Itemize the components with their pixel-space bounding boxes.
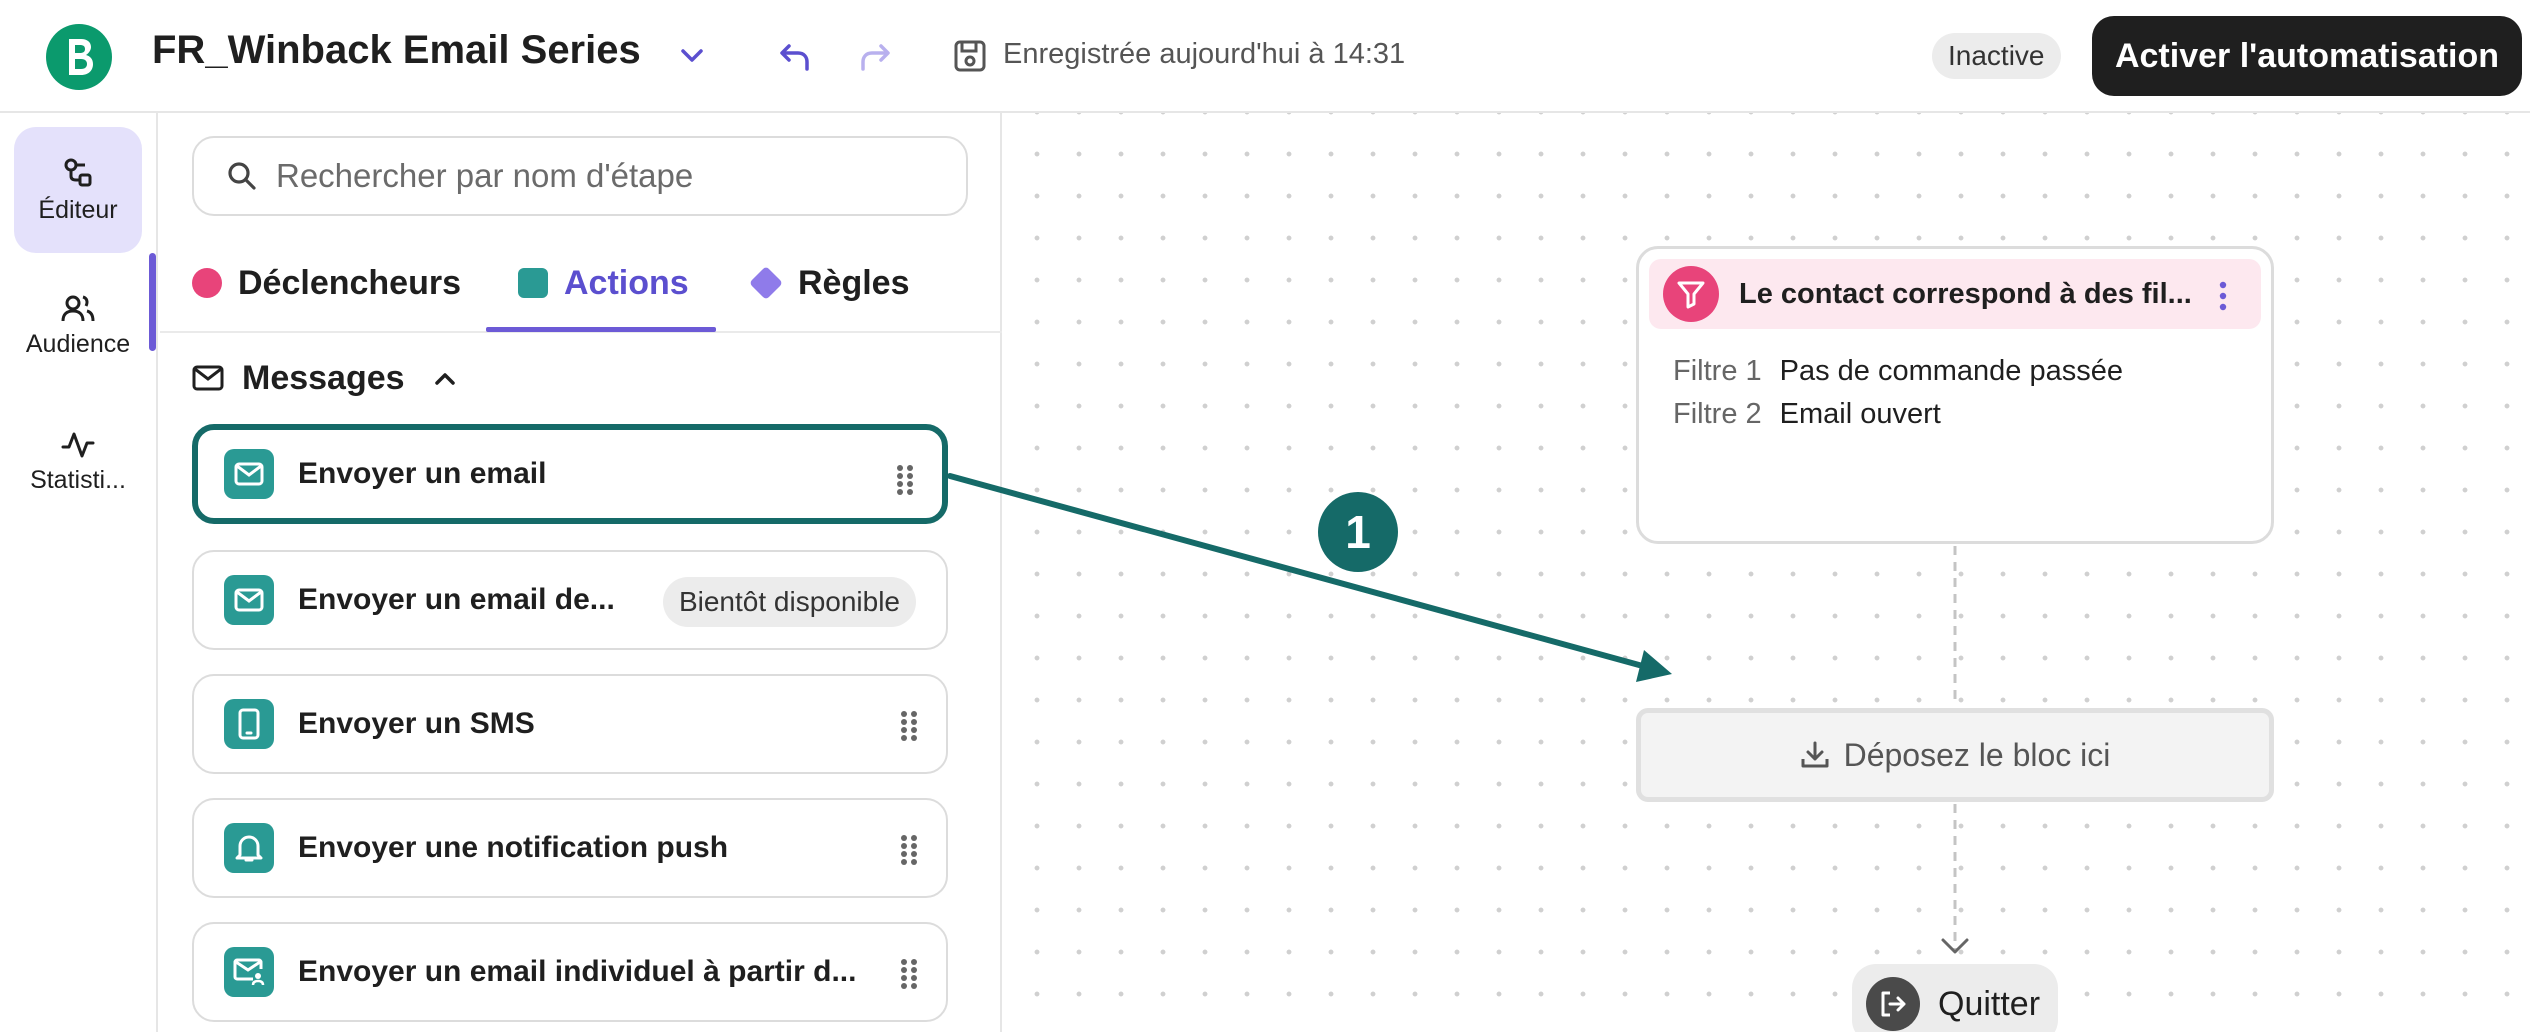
trigger-dot-icon bbox=[192, 268, 222, 298]
chevron-up-icon bbox=[434, 373, 455, 385]
activity-icon bbox=[61, 432, 95, 457]
filter-row: Filtre 2 Email ouvert bbox=[1673, 398, 1941, 431]
chevron-down-icon bbox=[681, 49, 703, 62]
action-send-email[interactable]: Envoyer un email bbox=[192, 424, 948, 524]
rail-item-editor[interactable]: Éditeur bbox=[14, 127, 142, 253]
action-send-email-template[interactable]: Envoyer un email de... Bientôt disponibl… bbox=[192, 550, 948, 650]
quit-label: Quitter bbox=[1938, 984, 2041, 1023]
section-title: Messages bbox=[242, 358, 405, 397]
rail-item-audience[interactable]: Audience bbox=[14, 263, 142, 389]
drag-handle-icon[interactable] bbox=[900, 958, 918, 990]
action-square-icon bbox=[518, 268, 548, 298]
action-label: Envoyer un SMS bbox=[298, 707, 535, 740]
rail-item-statistics[interactable]: Statisti... bbox=[14, 399, 142, 525]
action-label: Envoyer une notification push bbox=[298, 831, 729, 864]
drop-zone[interactable]: Déposez le bloc ici bbox=[1636, 708, 2274, 802]
category-tabs: Déclencheurs Actions Règles bbox=[160, 233, 1002, 333]
save-icon bbox=[954, 40, 986, 72]
tab-actions[interactable]: Actions bbox=[518, 233, 689, 333]
action-label: Envoyer un email bbox=[298, 457, 547, 490]
workflow-title[interactable]: FR_Winback Email Series bbox=[152, 28, 641, 73]
rail-scroll-indicator bbox=[149, 253, 156, 351]
drag-handle-icon[interactable] bbox=[900, 834, 918, 866]
top-bar: FR_Winback Email Series Enregistrée aujo… bbox=[0, 0, 2530, 113]
editor-icon bbox=[64, 158, 92, 186]
filter-value: Pas de commande passée bbox=[1779, 355, 2124, 387]
filter-key: Filtre 1 bbox=[1673, 355, 1762, 387]
redo-icon bbox=[861, 44, 890, 71]
rail-item-label: Statisti... bbox=[30, 465, 126, 494]
search-placeholder: Rechercher par nom d'étape bbox=[276, 157, 694, 194]
active-tab-underline bbox=[486, 327, 716, 332]
drop-zone-label: Déposez le bloc ici bbox=[1843, 736, 2111, 773]
drag-handle-icon[interactable] bbox=[900, 710, 918, 742]
brevo-logo-icon[interactable] bbox=[46, 24, 112, 90]
status-badge: Inactive bbox=[1932, 33, 2061, 79]
tab-label: Règles bbox=[798, 263, 910, 302]
quit-node[interactable]: Quitter bbox=[1852, 964, 2058, 1032]
rule-diamond-icon bbox=[749, 266, 783, 300]
action-send-sms[interactable]: Envoyer un SMS bbox=[192, 674, 948, 774]
rail-item-label: Éditeur bbox=[38, 195, 118, 224]
filter-node[interactable]: Le contact correspond à des fil... Filtr… bbox=[1636, 246, 2274, 544]
search-input[interactable]: Rechercher par nom d'étape bbox=[192, 136, 968, 216]
filter-key: Filtre 2 bbox=[1673, 398, 1762, 430]
activate-automation-button[interactable]: Activer l'automatisation bbox=[2092, 16, 2522, 96]
messages-section-toggle[interactable]: Messages bbox=[192, 343, 457, 413]
mail-icon bbox=[192, 365, 224, 391]
filter-node-title: Le contact correspond à des fil... bbox=[1739, 277, 2192, 310]
tab-rules[interactable]: Règles bbox=[749, 233, 910, 333]
exit-icon bbox=[1866, 977, 1920, 1031]
drag-handle-icon[interactable] bbox=[896, 464, 914, 496]
action-send-individual-email[interactable]: Envoyer un email individuel à partir d..… bbox=[192, 922, 948, 1022]
more-options-icon[interactable] bbox=[2219, 281, 2227, 311]
mail-icon bbox=[224, 449, 274, 499]
saved-status-text: Enregistrée aujourd'hui à 14:31 bbox=[1003, 38, 1406, 70]
download-icon bbox=[1801, 741, 1829, 768]
tab-label: Déclencheurs bbox=[238, 263, 461, 302]
phone-icon bbox=[224, 699, 274, 749]
undo-icon bbox=[780, 44, 809, 71]
title-dropdown-button[interactable] bbox=[668, 36, 716, 76]
filter-funnel-icon bbox=[1663, 266, 1719, 322]
action-label: Envoyer un email individuel à partir d..… bbox=[298, 955, 857, 988]
left-rail: Éditeur Audience Statisti... bbox=[0, 113, 158, 1032]
steps-panel: Rechercher par nom d'étape Déclencheurs … bbox=[160, 113, 1002, 1032]
action-send-push[interactable]: Envoyer une notification push bbox=[192, 798, 948, 898]
filter-node-header: Le contact correspond à des fil... bbox=[1649, 259, 2261, 329]
filter-value: Email ouvert bbox=[1779, 398, 1941, 430]
redo-button[interactable] bbox=[852, 34, 898, 80]
search-icon bbox=[228, 162, 256, 190]
users-icon bbox=[61, 295, 95, 321]
mail-icon bbox=[224, 575, 274, 625]
filter-row: Filtre 1 Pas de commande passée bbox=[1673, 355, 2123, 388]
tab-triggers[interactable]: Déclencheurs bbox=[192, 233, 461, 333]
action-label: Envoyer un email de... bbox=[298, 583, 615, 616]
step-number-badge: 1 bbox=[1318, 492, 1398, 572]
coming-soon-badge: Bientôt disponible bbox=[662, 577, 916, 627]
rail-item-label: Audience bbox=[25, 329, 131, 358]
bell-icon bbox=[224, 823, 274, 873]
undo-button[interactable] bbox=[772, 34, 818, 80]
mail-user-icon bbox=[224, 947, 274, 997]
tab-label: Actions bbox=[564, 263, 689, 302]
